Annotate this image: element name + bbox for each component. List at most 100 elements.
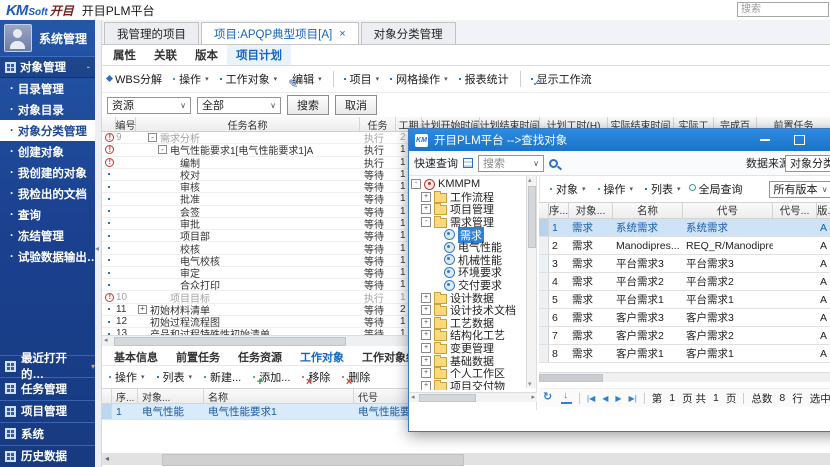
expander-icon[interactable]: - (421, 217, 431, 227)
result-row[interactable]: 8 需求 客户需求1 客户需求1 A (539, 345, 830, 363)
collapse-icon[interactable]: - (87, 62, 90, 73)
row-handle[interactable] (102, 404, 112, 419)
expander-icon[interactable]: + (421, 204, 431, 214)
toolbar-button[interactable]: 报表统计 (459, 71, 509, 87)
tree-hscrollbar[interactable] (409, 392, 537, 402)
toolbar-button[interactable]: 工作对象 (220, 71, 278, 87)
sidebar-bottom-group[interactable]: 最近打开的… (0, 355, 95, 378)
sidebar-bottom-group[interactable]: 系统 (0, 422, 95, 445)
expander-icon[interactable]: - (148, 133, 157, 142)
minimize-icon[interactable] (760, 139, 770, 141)
document-tab[interactable]: 项目:APQP典型项目[A]× (201, 22, 359, 44)
sidebar-item[interactable]: 对象分类管理 (0, 120, 95, 141)
row-handle[interactable] (539, 255, 549, 272)
expander-icon[interactable]: + (421, 305, 431, 315)
resource-filter-select[interactable]: 资源 (107, 97, 191, 114)
scrollbar-thumb[interactable] (528, 186, 536, 248)
expander-icon[interactable]: - (158, 145, 167, 154)
result-row[interactable]: 6 需求 客户需求3 客户需求3 A (539, 309, 830, 327)
result-grid-hscrollbar[interactable] (539, 372, 830, 382)
close-icon[interactable]: × (339, 28, 345, 40)
document-tab[interactable]: 我管理的项目 (104, 22, 199, 44)
row-handle[interactable] (539, 327, 549, 344)
scrollbar-thumb[interactable] (114, 337, 346, 346)
toolbar-button[interactable]: 项目 (333, 71, 380, 87)
sidebar-bottom-group[interactable]: 项目管理 (0, 400, 95, 423)
data-source-select[interactable]: 对象分类 (785, 155, 830, 172)
expander-icon[interactable]: + (421, 381, 431, 390)
scrollbar-thumb[interactable] (539, 374, 603, 382)
detail-toolbar-button[interactable]: 删除 (342, 369, 370, 385)
refresh-icon[interactable] (543, 392, 554, 404)
row-handle[interactable] (539, 291, 549, 308)
expander-icon[interactable]: + (421, 368, 431, 378)
sidebar-bottom-group[interactable]: 历史数据 (0, 445, 95, 467)
project-subtab[interactable]: 版本 (186, 45, 227, 65)
tree-vscrollbar[interactable] (526, 176, 536, 388)
expander-icon[interactable]: + (421, 343, 431, 353)
result-row[interactable]: 2 需求 Manodipres... REQ_R/Manodipre... A (539, 237, 830, 255)
page-nav-button[interactable]: ◀ (602, 394, 608, 403)
result-row[interactable]: 5 需求 平台需求1 平台需求1 A (539, 291, 830, 309)
sidebar-item[interactable]: 我创建的对象 (0, 162, 95, 183)
project-subtab[interactable]: 项目计划 (227, 45, 291, 65)
dialog-toolbar-button[interactable]: 操作 (598, 181, 634, 197)
global-search-input[interactable] (737, 2, 829, 17)
row-handle[interactable] (539, 345, 549, 362)
detail-tab[interactable]: 基本信息 (106, 349, 166, 365)
expander-icon[interactable]: + (421, 356, 431, 366)
sidebar-item[interactable]: 创建对象 (0, 141, 95, 162)
row-handle[interactable] (539, 273, 549, 290)
collapse-sidebar-icon[interactable]: ◂ (95, 244, 99, 253)
main-hscrollbar[interactable] (102, 453, 830, 465)
sidebar-item[interactable]: 我检出的文档 (0, 183, 95, 204)
user-avatar[interactable] (4, 24, 32, 52)
page-nav-button[interactable]: |◀ (587, 394, 595, 403)
dialog-title-bar[interactable]: 开目PLM平台 -->查找对象 (409, 129, 830, 151)
detail-toolbar-button[interactable]: 添加... (253, 369, 290, 385)
quick-search-combo[interactable]: 搜索 (478, 155, 544, 172)
project-subtab[interactable]: 属性 (104, 45, 145, 65)
toolbar-button[interactable]: 编辑 (288, 71, 322, 87)
sidebar-item[interactable]: 冻结管理 (0, 225, 95, 246)
toolbar-button[interactable]: WBS分解 (109, 71, 162, 87)
search-icon[interactable] (549, 159, 558, 168)
project-subtab[interactable]: 关联 (145, 45, 186, 65)
dialog-toolbar-button[interactable]: 列表 (645, 181, 681, 197)
scope-filter-select[interactable]: 全部 (197, 97, 281, 114)
toolbar-button[interactable]: 显示工作流 (520, 71, 592, 87)
toolbar-button[interactable]: 操作 (173, 71, 209, 87)
detail-toolbar-button[interactable]: 移除 (302, 369, 330, 385)
scrollbar-thumb[interactable] (162, 454, 464, 466)
expander-icon[interactable]: + (421, 192, 431, 202)
row-handle[interactable] (539, 237, 549, 254)
result-row[interactable]: 7 需求 客户需求2 客户需求2 A (539, 327, 830, 345)
sidebar-splitter[interactable]: ◂ (95, 20, 102, 467)
expander-icon[interactable]: + (421, 293, 431, 303)
expander-icon[interactable]: + (421, 318, 431, 328)
result-row[interactable]: 4 需求 平台需求2 平台需求2 A (539, 273, 830, 291)
row-handle[interactable] (539, 309, 549, 326)
detail-tab[interactable]: 任务资源 (230, 349, 290, 365)
sidebar-group-object-management[interactable]: 对象管理 - (0, 56, 95, 78)
search-button[interactable]: 搜索 (287, 95, 329, 115)
tree-node[interactable]: + 项目交付物 (409, 380, 536, 391)
detail-toolbar-button[interactable]: 新建... (204, 369, 241, 385)
row-handle[interactable] (539, 219, 549, 236)
dialog-toolbar-button[interactable]: 全局查询 (693, 181, 743, 197)
maximize-icon[interactable] (794, 135, 805, 145)
sidebar-item[interactable]: 查询 (0, 204, 95, 225)
sidebar-item[interactable]: 试验数据输出… (0, 246, 95, 267)
detail-tab[interactable]: 工作对象 (292, 349, 352, 365)
scrollbar-thumb[interactable] (419, 394, 476, 402)
page-nav-button[interactable]: ▶ (615, 394, 621, 403)
cancel-button[interactable]: 取消 (335, 95, 377, 115)
expander-icon[interactable]: + (421, 330, 431, 340)
document-tab[interactable]: 对象分类管理 (361, 22, 456, 44)
detail-tab[interactable]: 前置任务 (168, 349, 228, 365)
page-nav-button[interactable]: ▶| (629, 394, 637, 403)
sidebar-item[interactable]: 对象目录 (0, 99, 95, 120)
expander-icon[interactable]: + (138, 305, 147, 314)
version-select[interactable]: 所有版本 (769, 181, 830, 198)
expander-icon[interactable]: - (411, 179, 421, 189)
